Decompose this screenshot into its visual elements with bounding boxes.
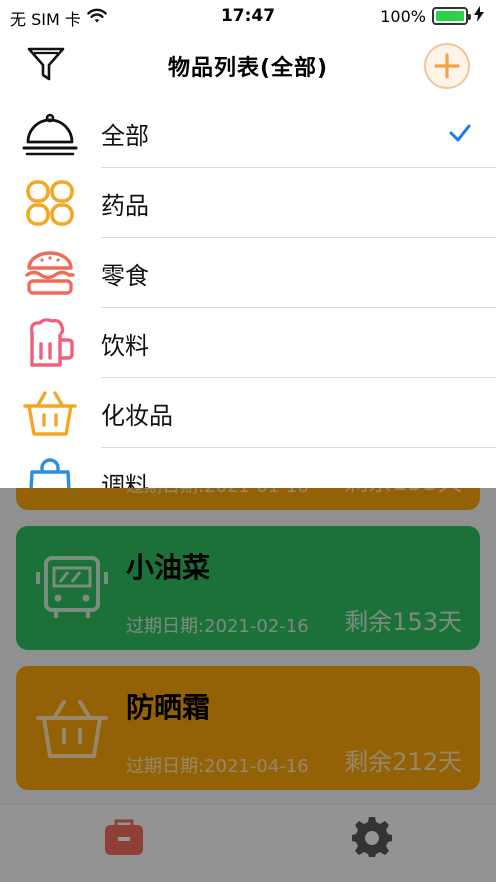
checkmark-icon	[449, 124, 471, 142]
mug-icon	[30, 318, 74, 367]
basket-icon	[23, 391, 77, 436]
menu-item-medicine[interactable]: 药品	[0, 168, 496, 238]
status-right: 100%	[380, 6, 484, 26]
menu-item-label: 药品	[101, 192, 149, 220]
add-item-button[interactable]	[424, 43, 470, 89]
status-bar: 无 SIM 卡 17:47 100%	[0, 0, 496, 34]
nav-bar: 物品列表(全部)	[0, 34, 496, 98]
menu-item-label: 化妆品	[101, 402, 173, 430]
bolt-icon	[474, 6, 484, 26]
menu-item-seasoning[interactable]: 调料	[0, 448, 496, 488]
menu-item-drinks[interactable]: 饮料	[0, 308, 496, 378]
bag-icon	[29, 458, 71, 488]
category-dropdown: 全部 药品 零食 饮料 化妆品 调料	[0, 98, 496, 488]
burger-icon	[25, 251, 75, 295]
menu-item-snacks[interactable]: 零食	[0, 238, 496, 308]
page-title: 物品列表(全部)	[167, 56, 329, 81]
menu-item-all[interactable]: 全部	[0, 98, 496, 168]
menu-item-label: 全部	[101, 122, 149, 150]
battery-percent: 100%	[380, 6, 426, 26]
menu-item-label: 调料	[101, 472, 149, 488]
menu-item-label: 饮料	[101, 332, 149, 360]
cloche-icon	[22, 113, 78, 156]
menu-item-cosmetics[interactable]: 化妆品	[0, 378, 496, 448]
battery-icon	[432, 7, 471, 25]
menu-item-label: 零食	[101, 262, 149, 290]
clover-icon	[26, 180, 74, 226]
plus-icon	[434, 53, 460, 79]
